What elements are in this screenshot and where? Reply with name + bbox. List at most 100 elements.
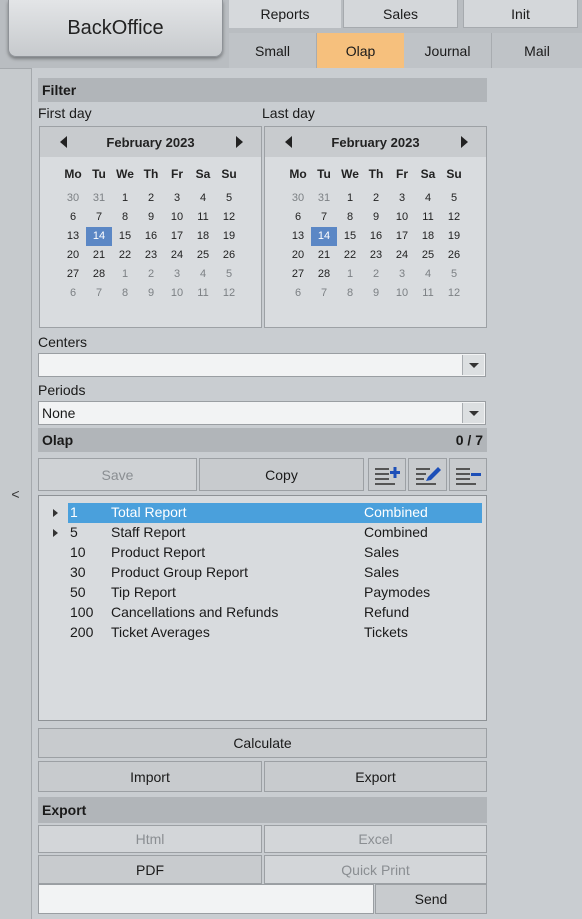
first-calendar-day[interactable]: 4 xyxy=(190,189,216,208)
remove-list-button[interactable] xyxy=(449,458,487,491)
tab-init[interactable]: Init xyxy=(463,0,578,28)
first-calendar-day[interactable]: 23 xyxy=(138,246,164,265)
last-calendar-day[interactable]: 2 xyxy=(363,189,389,208)
first-calendar-day[interactable]: 12 xyxy=(216,284,242,303)
list-item[interactable]: 100 Cancellations and Refunds Refund xyxy=(39,603,486,623)
first-calendar-day[interactable]: 6 xyxy=(60,208,86,227)
list-item[interactable]: 200 Ticket Averages Tickets xyxy=(39,623,486,643)
send-button[interactable]: Send xyxy=(375,884,487,914)
last-calendar-day[interactable]: 28 xyxy=(311,265,337,284)
tab-reports[interactable]: Reports xyxy=(229,0,341,28)
first-calendar-day[interactable]: 2 xyxy=(138,189,164,208)
last-calendar-day[interactable]: 6 xyxy=(285,208,311,227)
periods-dropdown[interactable]: None xyxy=(38,401,486,425)
tab-mail[interactable]: Mail xyxy=(492,33,582,68)
first-calendar-day[interactable]: 31 xyxy=(86,189,112,208)
first-calendar-day[interactable]: 14 xyxy=(86,227,112,246)
last-calendar-day[interactable]: 17 xyxy=(389,227,415,246)
prev-month-icon[interactable] xyxy=(285,136,292,148)
last-calendar-day[interactable]: 4 xyxy=(415,265,441,284)
first-calendar-day[interactable]: 11 xyxy=(190,284,216,303)
calculate-button[interactable]: Calculate xyxy=(38,728,487,758)
last-calendar-day[interactable]: 11 xyxy=(415,208,441,227)
last-calendar-day[interactable]: 21 xyxy=(311,246,337,265)
first-calendar-day[interactable]: 17 xyxy=(164,227,190,246)
last-calendar-day[interactable]: 5 xyxy=(441,265,467,284)
email-input[interactable] xyxy=(38,884,374,914)
last-calendar-day[interactable]: 24 xyxy=(389,246,415,265)
last-calendar-day[interactable]: 6 xyxy=(285,284,311,303)
first-calendar-day[interactable]: 24 xyxy=(164,246,190,265)
first-calendar-day[interactable]: 10 xyxy=(164,284,190,303)
chevron-down-icon[interactable] xyxy=(462,403,484,423)
last-calendar-day[interactable]: 27 xyxy=(285,265,311,284)
add-list-button[interactable] xyxy=(368,458,406,491)
export-button[interactable]: Export xyxy=(264,761,487,792)
first-calendar-day[interactable]: 19 xyxy=(216,227,242,246)
tab-sales[interactable]: Sales xyxy=(343,0,458,28)
last-calendar-day[interactable]: 15 xyxy=(337,227,363,246)
first-calendar-day[interactable]: 11 xyxy=(190,208,216,227)
last-calendar-day[interactable]: 1 xyxy=(337,189,363,208)
edit-list-button[interactable] xyxy=(408,458,447,491)
last-calendar-day[interactable]: 10 xyxy=(389,208,415,227)
excel-button[interactable]: Excel xyxy=(264,825,487,853)
last-calendar-day[interactable]: 12 xyxy=(441,284,467,303)
last-calendar-day[interactable]: 3 xyxy=(389,265,415,284)
last-calendar-day[interactable]: 26 xyxy=(441,246,467,265)
last-calendar-day[interactable]: 23 xyxy=(363,246,389,265)
first-calendar-day[interactable]: 8 xyxy=(112,208,138,227)
next-month-icon[interactable] xyxy=(461,136,468,148)
last-calendar-day[interactable]: 4 xyxy=(415,189,441,208)
last-calendar-day[interactable]: 30 xyxy=(285,189,311,208)
last-calendar-day[interactable]: 13 xyxy=(285,227,311,246)
last-calendar-day[interactable]: 14 xyxy=(311,227,337,246)
last-calendar-day[interactable]: 22 xyxy=(337,246,363,265)
last-calendar-day[interactable]: 31 xyxy=(311,189,337,208)
first-calendar-day[interactable]: 6 xyxy=(60,284,86,303)
last-calendar-day[interactable]: 9 xyxy=(363,284,389,303)
list-item[interactable]: 50 Tip Report Paymodes xyxy=(39,583,486,603)
tab-olap[interactable]: Olap xyxy=(317,33,404,68)
last-calendar-day[interactable]: 8 xyxy=(337,284,363,303)
last-calendar-day[interactable]: 12 xyxy=(441,208,467,227)
first-calendar-day[interactable]: 3 xyxy=(164,189,190,208)
first-calendar-day[interactable]: 7 xyxy=(86,208,112,227)
first-calendar-day[interactable]: 1 xyxy=(112,265,138,284)
first-calendar-day[interactable]: 20 xyxy=(60,246,86,265)
first-calendar-day[interactable]: 9 xyxy=(138,284,164,303)
first-calendar-day[interactable]: 13 xyxy=(60,227,86,246)
first-calendar-day[interactable]: 26 xyxy=(216,246,242,265)
first-calendar-day[interactable]: 5 xyxy=(216,189,242,208)
first-calendar-day[interactable]: 5 xyxy=(216,265,242,284)
tab-small[interactable]: Small xyxy=(229,33,317,68)
first-calendar-day[interactable]: 12 xyxy=(216,208,242,227)
last-calendar-day[interactable]: 3 xyxy=(389,189,415,208)
first-calendar-day[interactable]: 30 xyxy=(60,189,86,208)
last-calendar-day[interactable]: 16 xyxy=(363,227,389,246)
last-calendar-day[interactable]: 1 xyxy=(337,265,363,284)
prev-month-icon[interactable] xyxy=(60,136,67,148)
pdf-button[interactable]: PDF xyxy=(38,855,262,884)
quick-print-button[interactable]: Quick Print xyxy=(264,855,487,884)
first-calendar-day[interactable]: 10 xyxy=(164,208,190,227)
last-calendar-day[interactable]: 2 xyxy=(363,265,389,284)
last-calendar-day[interactable]: 19 xyxy=(441,227,467,246)
first-calendar-day[interactable]: 1 xyxy=(112,189,138,208)
first-calendar-day[interactable]: 28 xyxy=(86,265,112,284)
list-item[interactable]: 1 Total Report Combined xyxy=(39,503,486,523)
last-calendar-day[interactable]: 20 xyxy=(285,246,311,265)
centers-dropdown[interactable] xyxy=(38,353,486,377)
last-calendar-day[interactable]: 10 xyxy=(389,284,415,303)
first-calendar-day[interactable]: 15 xyxy=(112,227,138,246)
first-calendar-day[interactable]: 9 xyxy=(138,208,164,227)
first-calendar-day[interactable]: 25 xyxy=(190,246,216,265)
import-button[interactable]: Import xyxy=(38,761,262,792)
list-item[interactable]: 10 Product Report Sales xyxy=(39,543,486,563)
last-calendar-day[interactable]: 7 xyxy=(311,284,337,303)
list-item[interactable]: 5 Staff Report Combined xyxy=(39,523,486,543)
chevron-down-icon[interactable] xyxy=(462,355,484,375)
last-calendar-day[interactable]: 5 xyxy=(441,189,467,208)
first-calendar-day[interactable]: 21 xyxy=(86,246,112,265)
collapse-panel-button[interactable]: < xyxy=(0,68,32,919)
